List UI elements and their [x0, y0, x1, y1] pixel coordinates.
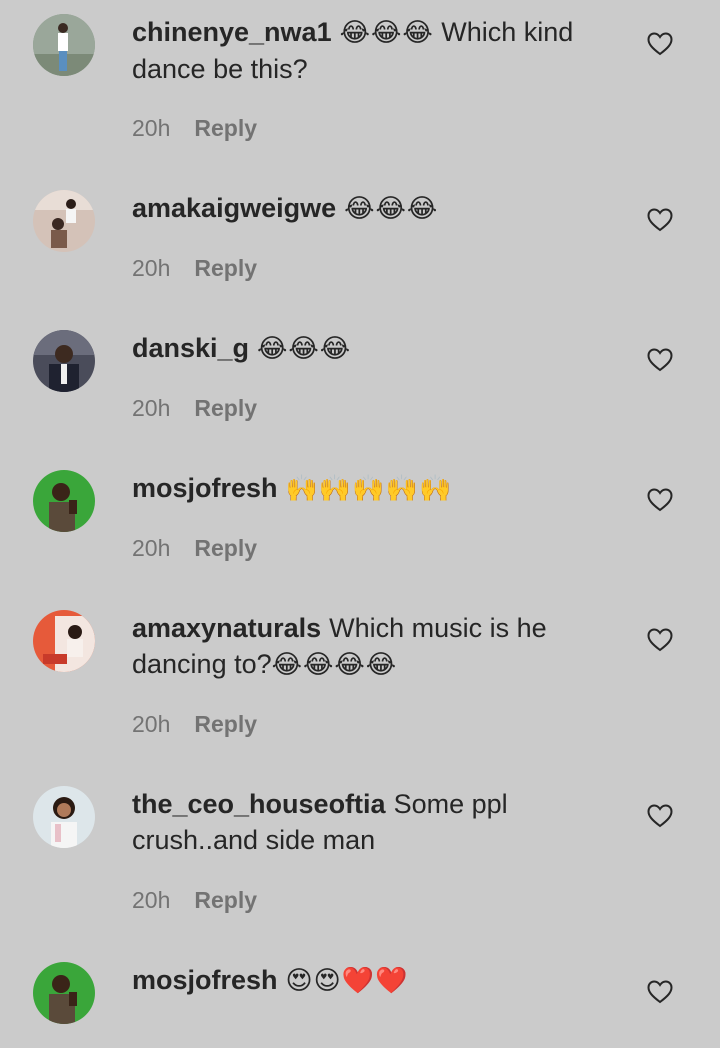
comment-text: the_ceo_houseoftia Some ppl crush..and si… [132, 786, 602, 858]
avatar[interactable] [33, 190, 95, 252]
timestamp: 20h [132, 711, 171, 737]
emoji-suffix: 😂😂😂😂 [271, 650, 398, 680]
comment-meta: 20h Reply [132, 710, 257, 738]
comment-text: danski_g 😂😂😂 [132, 330, 602, 367]
comment-text: mosjofresh 😍😍❤️❤️ [132, 962, 602, 999]
comment-meta: 20h Reply [132, 254, 257, 282]
emoji-prefix: 🙌🙌🙌🙌🙌 [285, 474, 453, 504]
emoji-prefix: 😂😂😂 [339, 18, 434, 48]
avatar[interactable] [33, 610, 95, 672]
timestamp: 20h [132, 887, 171, 913]
heart-icon[interactable] [647, 348, 673, 372]
timestamp: 20h [132, 255, 171, 281]
comment-username[interactable]: mosjofresh [132, 473, 278, 503]
comment-text: amaxynaturals Which music is he dancing t… [132, 610, 602, 683]
timestamp: 20h [132, 115, 171, 141]
comment-text: amakaigweigwe 😂😂😂 [132, 190, 602, 227]
heart-icon[interactable] [647, 980, 673, 1004]
reply-button[interactable]: Reply [194, 535, 257, 561]
heart-icon[interactable] [647, 208, 673, 232]
avatar[interactable] [33, 786, 95, 848]
comment-meta: 20h Reply [132, 114, 257, 142]
comment-username[interactable]: mosjofresh [132, 965, 278, 995]
reply-button[interactable]: Reply [194, 115, 257, 141]
emoji-prefix: 😍😍❤️❤️ [285, 966, 409, 996]
avatar[interactable] [33, 14, 95, 76]
emoji-prefix: 😂😂😂 [257, 334, 352, 364]
reply-button[interactable]: Reply [194, 255, 257, 281]
comment-username[interactable]: danski_g [132, 333, 249, 363]
heart-icon[interactable] [647, 804, 673, 828]
avatar[interactable] [33, 330, 95, 392]
avatar[interactable] [33, 962, 95, 1024]
comment-username[interactable]: amaxynaturals [132, 613, 321, 643]
avatar[interactable] [33, 470, 95, 532]
reply-button[interactable]: Reply [194, 887, 257, 913]
timestamp: 20h [132, 535, 171, 561]
comment-text: chinenye_nwa1 😂😂😂 Which kind dance be thi… [132, 14, 602, 87]
comment-text: mosjofresh 🙌🙌🙌🙌🙌 [132, 470, 602, 507]
heart-icon[interactable] [647, 32, 673, 56]
comment-username[interactable]: the_ceo_houseoftia [132, 789, 386, 819]
reply-button[interactable]: Reply [194, 711, 257, 737]
comment-meta: 20h Reply [132, 534, 257, 562]
emoji-prefix: 😂😂😂 [344, 194, 439, 224]
reply-button[interactable]: Reply [194, 395, 257, 421]
heart-icon[interactable] [647, 628, 673, 652]
comment-username[interactable]: amakaigweigwe [132, 193, 336, 223]
comment-meta: 20h Reply [132, 886, 257, 914]
timestamp: 20h [132, 395, 171, 421]
heart-icon[interactable] [647, 488, 673, 512]
comment-username[interactable]: chinenye_nwa1 [132, 17, 332, 47]
comment-meta: 20h Reply [132, 394, 257, 422]
